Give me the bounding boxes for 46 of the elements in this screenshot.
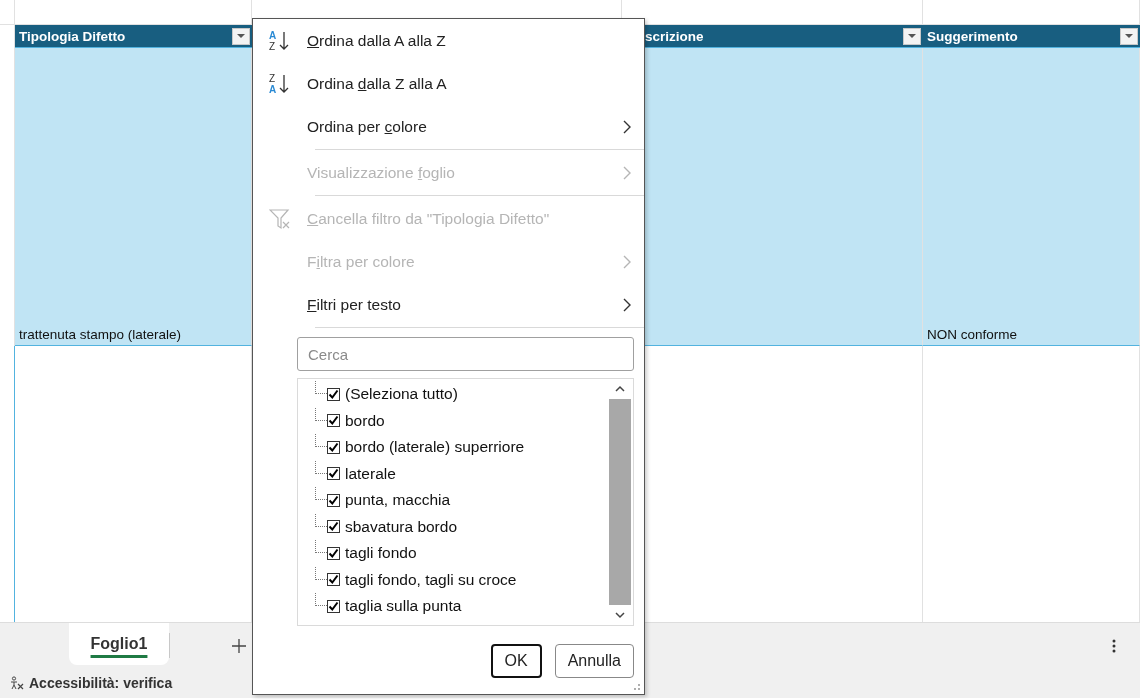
value-label: punta, macchia (345, 491, 451, 510)
column-header: Tipologia Difetto (19, 28, 126, 44)
clear-filter-icon (269, 207, 291, 230)
value-label: (Seleziona tutto) (345, 385, 458, 404)
accessibility-status[interactable]: Accessibilità: verifica (29, 675, 173, 691)
checkbox[interactable] (327, 414, 340, 428)
value-label: tagli fondo, tagli su croce (345, 570, 517, 589)
checkbox[interactable] (327, 573, 340, 587)
value-label: tagli fondo (345, 544, 417, 563)
checkbox[interactable] (327, 520, 340, 534)
table-cell: NON conforme (923, 48, 1140, 346)
menu-item[interactable]: A Z Ordina dalla A alla Z (253, 19, 644, 62)
checkbox[interactable] (327, 467, 340, 481)
checkbox[interactable] (327, 493, 340, 507)
filter-dropdown-button[interactable] (232, 27, 250, 45)
value-label: bordo (345, 411, 385, 430)
checkbox[interactable] (327, 387, 340, 401)
checkbox[interactable] (327, 599, 340, 613)
table-cell: trattenuta stampo (laterale) (15, 48, 252, 346)
caret-down-icon (908, 34, 916, 38)
accessibility-icon (10, 676, 24, 690)
checkbox[interactable] (327, 440, 340, 454)
column-header: Suggerimento (927, 28, 1018, 44)
filter-dropdown-button[interactable] (903, 27, 921, 45)
cancel-button[interactable]: Annulla (554, 644, 634, 678)
menu-item[interactable]: Filtri per testo (253, 283, 644, 326)
menu-item[interactable]: Ordina per colore (253, 105, 644, 148)
value-label: bordo (laterale) superriore (345, 438, 525, 457)
checkbox[interactable] (327, 546, 340, 560)
more-options-icon[interactable] (1112, 637, 1116, 654)
ok-button[interactable]: OK (490, 644, 542, 678)
add-sheet-icon[interactable] (231, 637, 247, 654)
filter-dropdown-button[interactable] (1120, 27, 1138, 45)
search-field[interactable]: Cerca (297, 337, 634, 371)
scroll-down-icon (615, 611, 625, 619)
caret-down-icon (237, 34, 245, 38)
value-label: sbavatura bordo (345, 517, 458, 536)
sheet-tab[interactable]: Foglio1 (69, 623, 169, 665)
value-label: taglia sulla punta (345, 597, 462, 616)
scrollbar-thumb[interactable] (609, 399, 631, 605)
scroll-up-icon (615, 385, 625, 393)
value-label: laterale (345, 464, 396, 483)
resize-grip-icon (633, 683, 641, 691)
caret-down-icon (1125, 34, 1133, 38)
column-header: scrizione (645, 28, 704, 44)
menu-item[interactable]: Z A Ordina dalla Z alla A (253, 62, 644, 105)
